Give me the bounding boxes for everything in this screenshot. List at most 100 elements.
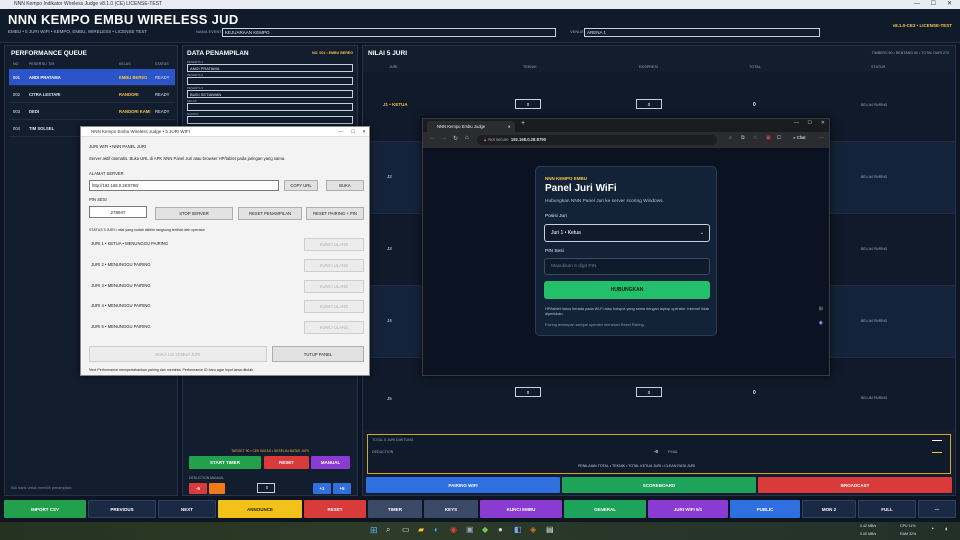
close-button[interactable]: ✕ (947, 0, 952, 9)
home-icon[interactable]: ⌂ (465, 135, 469, 141)
keys-button[interactable]: KEYS (424, 500, 478, 518)
deduction-minus-marker[interactable] (209, 483, 225, 494)
pin-sesi-input[interactable]: Masukkan 6 digit PIN (544, 258, 710, 275)
minimize-button[interactable]: — (914, 0, 920, 9)
scoreboard-button[interactable]: SCOREBOARD (562, 477, 756, 493)
app-icon[interactable]: ▤ (546, 525, 554, 534)
stop-server-button[interactable]: STOP SERVER (155, 207, 233, 220)
deduction-plus1-button[interactable]: +1 (313, 483, 331, 494)
app-icon[interactable]: ◈ (530, 525, 536, 534)
event-input[interactable]: KEJUARAAN KEMPO (222, 28, 556, 37)
browser-toolbar: ← → ↻ ⌂ ▲ Not secure 192.168.0.28:8790 ⌕… (423, 132, 829, 148)
reload-icon[interactable]: ↻ (453, 135, 458, 142)
more-button[interactable]: — (918, 500, 956, 518)
hubungkan-button[interactable]: HUBUNGKAN (544, 281, 710, 299)
table-row[interactable]: 001 ANDI PRATAMA EMBU BEREG READY (9, 69, 175, 86)
participant-1-input[interactable]: ANDI PRATAMA (187, 64, 353, 72)
deduction-minus-button[interactable]: -5 (189, 483, 207, 494)
maximize-button[interactable]: ☐ (931, 0, 936, 9)
relock-juri-button[interactable]: KUNCI ULANG (304, 300, 364, 313)
app-icon[interactable]: ▣ (466, 525, 474, 534)
scores-col-juri: JURI (389, 65, 398, 69)
relock-juri-button[interactable]: KUNCI ULANG (304, 280, 364, 293)
pin-display[interactable]: 278947 (89, 206, 147, 218)
full-button[interactable]: FULL (858, 500, 916, 518)
dialog-maximize-button[interactable]: ☐ (351, 127, 355, 137)
participant-3-input[interactable]: BUDI SETIAWAN (187, 90, 353, 98)
reader-icon[interactable]: ⧉ (741, 135, 745, 141)
venue-input[interactable]: ARENA 1 (584, 28, 820, 37)
back-icon[interactable]: ← (429, 135, 435, 141)
relock-juri-button[interactable]: KUNCI ULANG (304, 259, 364, 272)
browser-minimize-button[interactable]: — (794, 120, 799, 126)
deduction-value[interactable]: 0 (257, 483, 275, 493)
address-bar[interactable]: ▲ Not secure 192.168.0.28:8790 (477, 135, 717, 145)
import-csv-button[interactable]: IMPORT CSV (4, 500, 86, 518)
server-url-input[interactable]: http://192.168.0.28:8790/ (89, 180, 279, 191)
chrome-icon[interactable]: ◉ (450, 525, 457, 534)
relock-juri-button[interactable]: KUNCI ULANG (304, 238, 364, 251)
class-input[interactable] (187, 103, 353, 111)
reset-button[interactable]: RESET (304, 500, 366, 518)
relock-juri-button[interactable]: KUNCI ULANG (304, 321, 364, 334)
teknik-score-input[interactable]: 0 (515, 99, 541, 109)
sidebar-tool-icon[interactable]: ⊞ (819, 306, 823, 312)
chat-button[interactable]: ● Chat (793, 135, 806, 140)
juri-status: JURI 3 • MENUNGGU PAIRING (91, 283, 151, 288)
reset-performance-button[interactable]: RESET PENAMPILAN (238, 207, 302, 220)
dialog-minimize-button[interactable]: — (339, 127, 344, 137)
announce-button[interactable]: ANNOUNCE (218, 500, 302, 518)
app-icon[interactable]: ● (498, 525, 503, 534)
kunci-embu-button[interactable]: KUNCI EMBU (480, 500, 562, 518)
reset-pairing-button[interactable]: RESET PAIRING + PIN (306, 207, 364, 220)
volume-icon[interactable]: ◖ (944, 526, 948, 533)
manual-mode-button[interactable]: MANUAL (311, 456, 350, 469)
search-icon[interactable]: ⌕ (386, 525, 390, 535)
browser-tab[interactable]: NNN Kempo Embu Judge ✕ (427, 121, 515, 132)
app-icon[interactable]: ◆ (482, 525, 488, 534)
general-button[interactable]: GENERAL (564, 500, 646, 518)
public-button[interactable]: PUBLIC (730, 500, 800, 518)
deduction-plus5-button[interactable]: +5 (333, 483, 351, 494)
monitor-2-button[interactable]: MON 2 (802, 500, 856, 518)
table-row[interactable]: 002 CITRA LESTARI RANDORI READY (9, 86, 175, 103)
app-icon[interactable]: ◧ (514, 525, 522, 534)
wifi-icon[interactable]: ◔ (930, 526, 934, 533)
copilot-side-icon[interactable]: ◉ (819, 320, 823, 326)
reset-timer-button[interactable]: RESET (264, 456, 309, 469)
unlock-all-button[interactable]: BUKA UJI SEMUA JURI (89, 346, 267, 362)
dialog-intro: Server aktif otomatis. Buka URL di APK N… (89, 156, 286, 161)
posisi-juri-select[interactable]: Juri 1 • Ketua ⌄ (544, 224, 710, 242)
menu-icon[interactable]: ⋯ (819, 135, 824, 141)
browser-maximize-button[interactable]: ☐ (808, 120, 812, 126)
forward-icon[interactable]: → (441, 135, 447, 141)
file-explorer-icon[interactable]: ▰ (418, 525, 424, 534)
zoom-icon[interactable]: ⌕ (729, 135, 732, 141)
ekspresi-score-input[interactable]: 0 (636, 387, 662, 397)
new-tab-button[interactable]: + (521, 120, 525, 127)
next-button[interactable]: NEXT (158, 500, 216, 518)
extension-icon[interactable]: ▣ (766, 135, 771, 141)
favorite-icon[interactable]: ☆ (753, 135, 757, 141)
collections-icon[interactable]: ⧠ (777, 135, 781, 141)
copy-url-button[interactable]: COPY URL (284, 180, 318, 191)
number-input[interactable] (187, 116, 353, 124)
close-panel-button[interactable]: TUTUP PANEL (272, 346, 364, 362)
juri-wifi-button[interactable]: JURI WIFI 5/1 (648, 500, 728, 518)
pairing-wifi-button[interactable]: PAIRING WIFI (366, 477, 560, 493)
edge-icon[interactable]: ◐ (434, 525, 439, 534)
ekspresi-score-input[interactable]: 0 (636, 99, 662, 109)
task-view-icon[interactable]: ▭ (402, 525, 410, 534)
tab-close-icon[interactable]: ✕ (507, 121, 511, 132)
table-row[interactable]: 003 DEDI RANDORI KAMI READY (9, 103, 175, 120)
previous-button[interactable]: PREVIOUS (88, 500, 156, 518)
start-timer-button[interactable]: START TIMER (189, 456, 261, 469)
open-url-button[interactable]: BUKA (326, 180, 364, 191)
start-icon[interactable]: ⊞ (370, 525, 378, 536)
teknik-score-input[interactable]: 0 (515, 387, 541, 397)
browser-close-button[interactable]: ✕ (821, 120, 825, 126)
participant-2-input[interactable] (187, 77, 353, 85)
timer-button[interactable]: TIMER (368, 500, 422, 518)
broadcast-button[interactable]: BROADCAST (758, 477, 952, 493)
dialog-close-button[interactable]: ✕ (362, 127, 366, 137)
